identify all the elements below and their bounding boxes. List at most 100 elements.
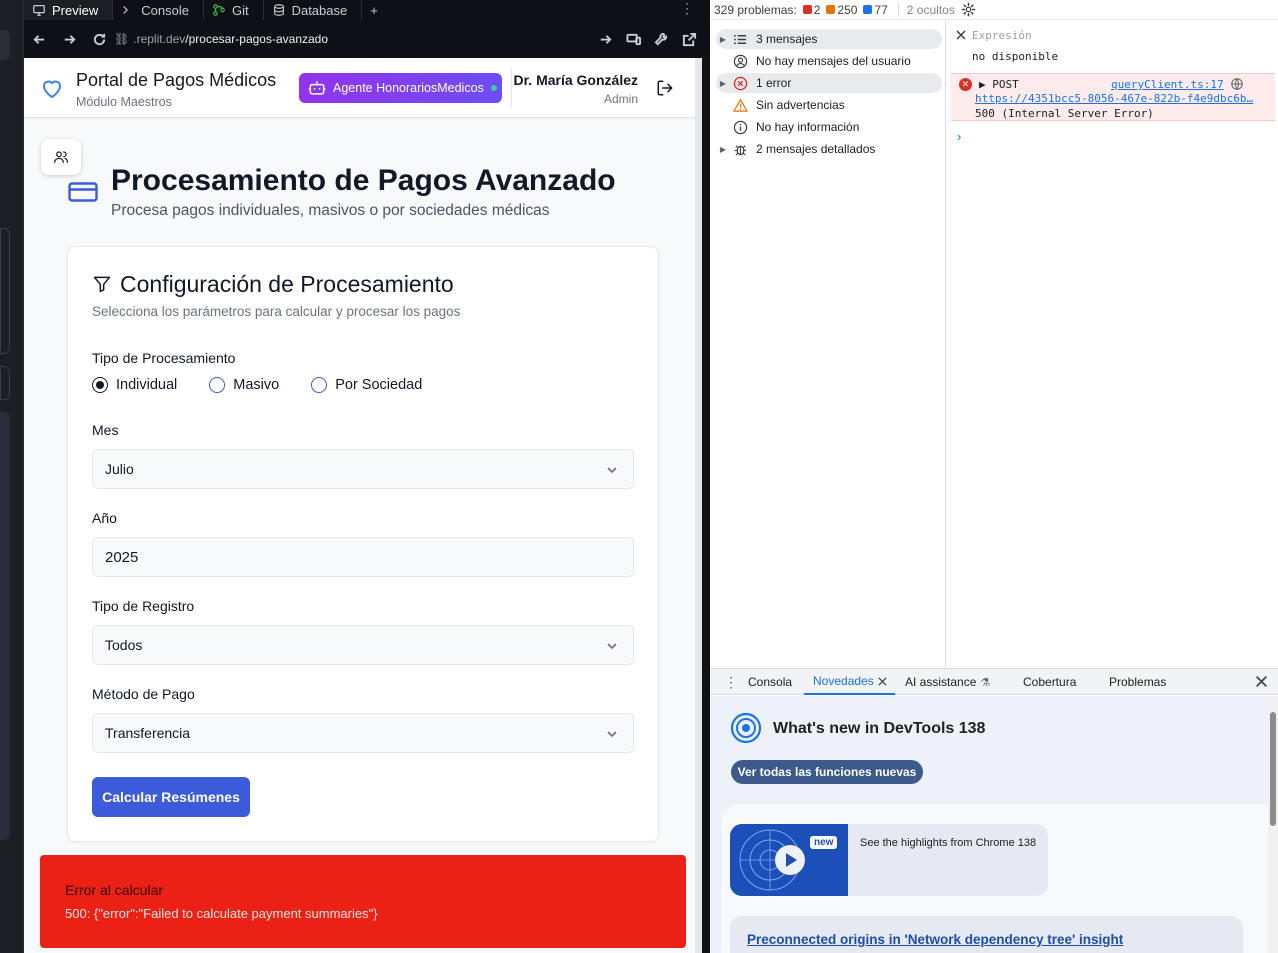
whats-new-title: What's new in DevTools 138 (773, 720, 986, 737)
radio-circle[interactable] (209, 377, 226, 393)
open-new-tab-button[interactable] (676, 24, 702, 54)
gear-icon[interactable] (961, 2, 976, 17)
drawer-tab-label: Novedades (813, 674, 874, 688)
devices-button[interactable] (620, 24, 646, 54)
sidebar-item-info[interactable]: No hay información (716, 117, 942, 137)
see-all-features-button[interactable]: Ver todas las funciones nuevas (731, 760, 923, 784)
expand-arrow-icon[interactable]: ▶ (716, 79, 730, 88)
highlights-video-card[interactable]: new See the highlights from Chrome 138 (730, 824, 1048, 896)
page-subtitle: Procesa pagos individuales, masivos o po… (111, 202, 550, 219)
divider (511, 68, 512, 108)
source-link[interactable]: queryClient.ts:17 (1111, 78, 1224, 91)
sidebar-item-errors[interactable]: ▶ 1 error (716, 73, 942, 93)
year-field[interactable] (92, 537, 634, 577)
config-subtitle: Selecciona los parámetros para calcular … (92, 304, 461, 319)
drawer-tab-label: Problemas (1109, 675, 1167, 689)
drawer-tab-consola[interactable]: Consola (748, 669, 792, 695)
chevron-down-icon (607, 467, 617, 474)
close-icon[interactable] (955, 29, 967, 41)
month-select[interactable]: Julio (92, 449, 634, 489)
sidebar-item-label: No hay información (756, 120, 860, 134)
url-host: .replit.dev (133, 32, 186, 46)
drawer-tab-cobertura[interactable]: Cobertura (1023, 669, 1076, 695)
sidebar-item-label: 1 error (756, 76, 792, 90)
tab-git[interactable]: Git (204, 0, 264, 20)
filter-icon (93, 276, 111, 293)
url-bar: ⛓ .replit.dev/procesar-pagos-avanzado (24, 20, 710, 58)
calculate-summaries-button[interactable]: Calcular Resúmenes (92, 777, 250, 817)
close-icon[interactable] (1255, 675, 1268, 688)
users-button[interactable] (41, 139, 81, 175)
more-options-icon[interactable]: ⋮ (680, 0, 694, 16)
record-type-select[interactable]: Todos (92, 625, 634, 665)
monitor-icon (33, 5, 45, 16)
app-header: Portal de Pagos Médicos Módulo Maestros … (24, 58, 702, 118)
logout-icon[interactable] (656, 79, 674, 97)
url-field[interactable]: .replit.dev/procesar-pagos-avanzado (133, 32, 328, 46)
network-globe-icon[interactable] (1230, 77, 1244, 91)
feature-link-card[interactable]: Preconnected origins in 'Network depende… (730, 916, 1243, 953)
console-error-entry[interactable]: ✕ ▶ POST queryClient.ts:17 https://4351b… (951, 73, 1275, 121)
go-button[interactable] (592, 24, 618, 54)
tab-preview[interactable]: Preview (24, 0, 114, 20)
year-input[interactable] (105, 548, 633, 566)
error-flag-icon (802, 5, 812, 14)
tab-label: Preview (52, 2, 99, 18)
agent-button[interactable]: Agente HonorariosMedicos (299, 73, 502, 103)
problems-count: 329 problemas: (714, 2, 797, 17)
arrow-left-icon (32, 34, 44, 44)
list-icon (730, 31, 750, 47)
expand-arrow-icon[interactable]: ▶ (716, 145, 730, 154)
feature-link[interactable]: Preconnected origins in 'Network depende… (747, 932, 1123, 947)
hidden-count[interactable]: 2 ocultos (897, 2, 955, 17)
payment-method-value: Transferencia (105, 725, 191, 741)
tab-database[interactable]: Database (264, 0, 363, 20)
bug-icon (730, 141, 750, 157)
close-icon[interactable] (878, 676, 887, 686)
panel-splitter[interactable] (702, 58, 710, 953)
radio-circle[interactable] (92, 377, 108, 393)
heart-icon (43, 80, 61, 98)
wrench-icon (654, 32, 667, 46)
record-type-value: Todos (105, 637, 143, 653)
drawer-tab-problemas[interactable]: Problemas (1109, 669, 1166, 695)
problems-bar[interactable]: 329 problemas: 2 250 77 2 ocultos (710, 0, 1278, 20)
strip-panel-mark (0, 366, 10, 400)
info-badge[interactable]: 77 (863, 3, 888, 17)
sidebar-item-user-messages[interactable]: No hay mensajes del usuario (716, 51, 942, 71)
user-name: Dr. María González (513, 72, 638, 88)
console-prompt[interactable]: › (957, 129, 961, 144)
whats-new-scrollbar[interactable] (1268, 696, 1278, 953)
request-url-link[interactable]: https://4351bcc5-8056-467e-822b-f4e9dbc6… (975, 92, 1253, 105)
drawer-tab-label: Cobertura (1023, 675, 1077, 689)
payment-method-select[interactable]: Transferencia (92, 713, 634, 753)
warnings-badge[interactable]: 250 (826, 3, 857, 17)
request-method[interactable]: ▶ POST (979, 78, 1019, 91)
radio-por-sociedad[interactable]: Por Sociedad (311, 377, 422, 393)
devtools-button[interactable] (648, 24, 674, 54)
play-icon[interactable] (774, 844, 806, 876)
radio-masivo[interactable]: Masivo (209, 377, 279, 393)
add-tab-button[interactable]: + (362, 0, 392, 20)
expand-arrow-icon[interactable]: ▶ (716, 35, 730, 44)
radio-label: Individual (116, 377, 178, 393)
drawer-menu-icon[interactable]: ⋮ (724, 674, 738, 691)
sidebar-item-verbose[interactable]: ▶ 2 mensajes detallados (716, 139, 942, 159)
drawer-tab-ai-assistance[interactable]: AI assistance ⚗ (905, 669, 990, 695)
drawer-tab-novedades[interactable]: Novedades (804, 669, 895, 695)
processing-type-label: Tipo de Procesamiento (92, 350, 236, 366)
forward-button[interactable] (54, 24, 84, 54)
tab-console[interactable]: Console (113, 0, 204, 20)
sidebar-item-messages[interactable]: ▶ 3 mensajes (716, 29, 942, 49)
radio-individual[interactable]: Individual (92, 377, 177, 393)
whats-new-panel: What's new in DevTools 138 Ver todas las… (710, 696, 1268, 953)
radio-circle[interactable] (311, 377, 328, 393)
errors-badge[interactable]: 2 (802, 3, 820, 17)
live-expression-label[interactable]: Expresión (972, 29, 1032, 42)
external-link-icon (682, 32, 696, 46)
sidebar-item-warnings[interactable]: Sin advertencias (716, 95, 942, 115)
back-button[interactable] (24, 24, 54, 54)
app-scrollbar[interactable] (695, 58, 702, 953)
scrollbar-thumb[interactable] (1270, 712, 1276, 826)
reload-button[interactable] (84, 24, 114, 54)
